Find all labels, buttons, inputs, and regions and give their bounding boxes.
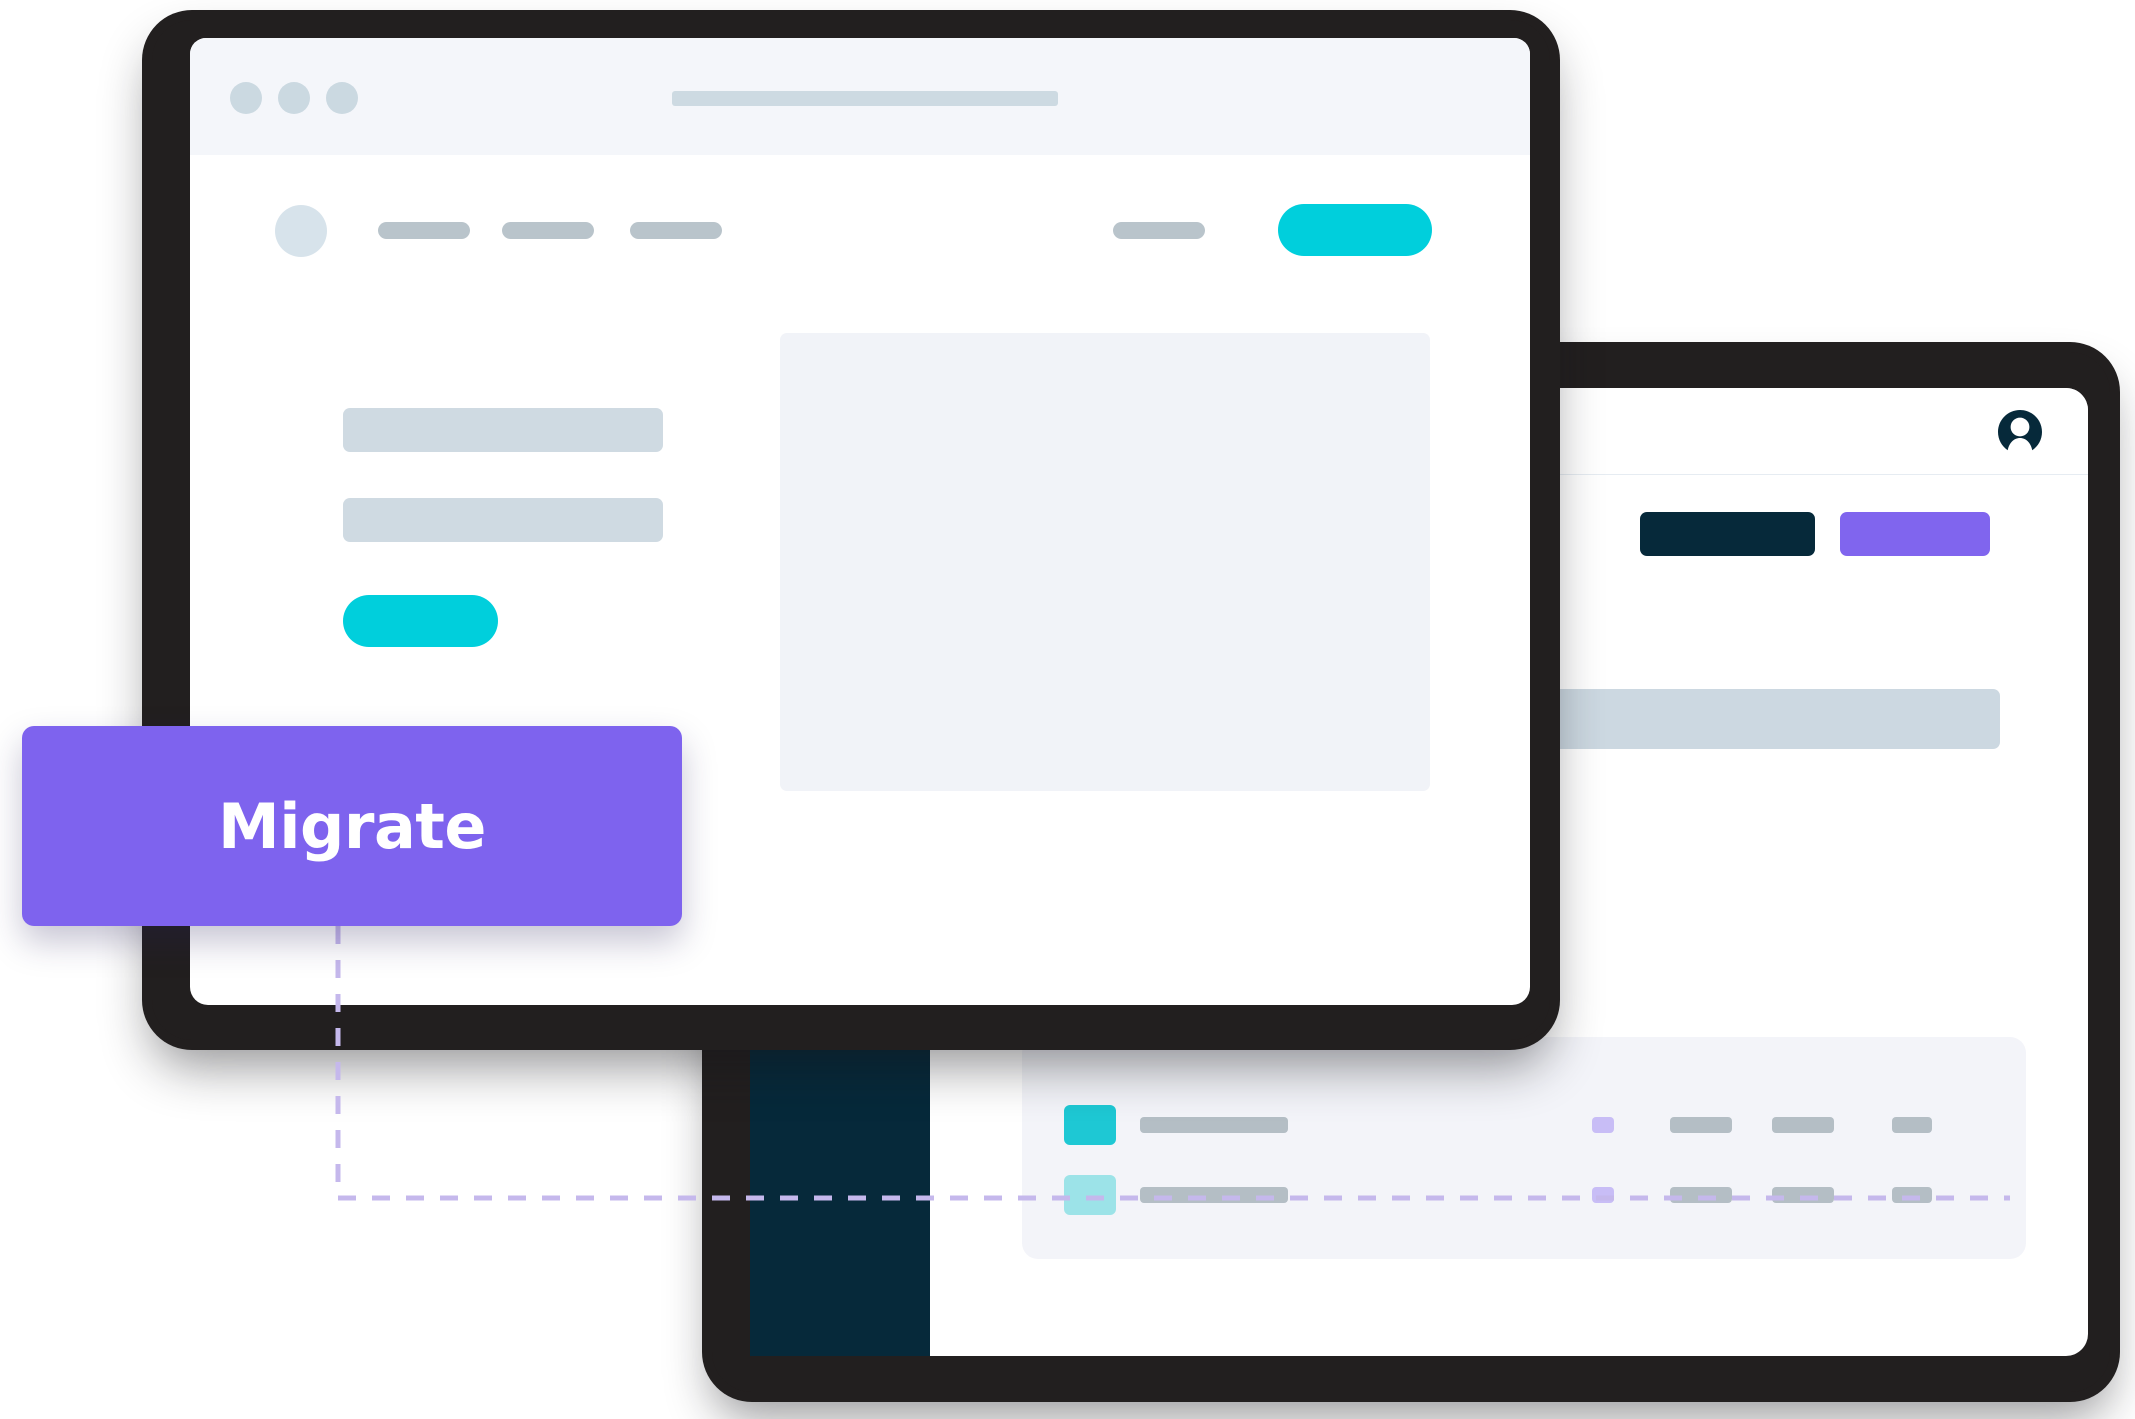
- row-swatch-teal-light: [1064, 1175, 1116, 1215]
- row-cell: [1670, 1117, 1732, 1133]
- row-swatch-teal-solid: [1064, 1105, 1116, 1145]
- nav-link-3[interactable]: [630, 222, 722, 239]
- highlighted-rows-card: [1022, 1037, 2026, 1259]
- nav-link-1[interactable]: [378, 222, 470, 239]
- logo-icon[interactable]: [275, 205, 327, 257]
- row-cell: [1892, 1187, 1932, 1203]
- hero-cta-button[interactable]: [343, 595, 498, 647]
- row-label: [1140, 1117, 1288, 1133]
- app-window-sidebar: [750, 1000, 930, 1356]
- migrate-callout-label: Migrate: [218, 789, 486, 863]
- row-status-chip: [1592, 1187, 1614, 1203]
- row-cell: [1772, 1187, 1834, 1203]
- row-cell: [1892, 1117, 1932, 1133]
- minimize-dot-icon[interactable]: [278, 82, 310, 114]
- secondary-action-button[interactable]: [1840, 512, 1990, 556]
- row-cell: [1670, 1187, 1732, 1203]
- nav-link-secondary[interactable]: [1113, 222, 1205, 239]
- row-label: [1140, 1187, 1288, 1203]
- user-avatar-icon[interactable]: [1996, 408, 2044, 456]
- primary-action-button[interactable]: [1640, 512, 1815, 556]
- hero-subheading-placeholder: [343, 498, 663, 542]
- hero-heading-placeholder: [343, 408, 663, 452]
- maximize-dot-icon[interactable]: [326, 82, 358, 114]
- address-bar[interactable]: [672, 91, 1058, 106]
- illustration-stage: Migrate: [0, 0, 2135, 1419]
- nav-cta-button[interactable]: [1278, 204, 1432, 256]
- row-status-chip: [1592, 1117, 1614, 1133]
- nav-link-2[interactable]: [502, 222, 594, 239]
- hero-media-placeholder: [780, 333, 1430, 791]
- migrate-callout-badge[interactable]: Migrate: [22, 726, 682, 926]
- row-cell: [1772, 1117, 1834, 1133]
- close-dot-icon[interactable]: [230, 82, 262, 114]
